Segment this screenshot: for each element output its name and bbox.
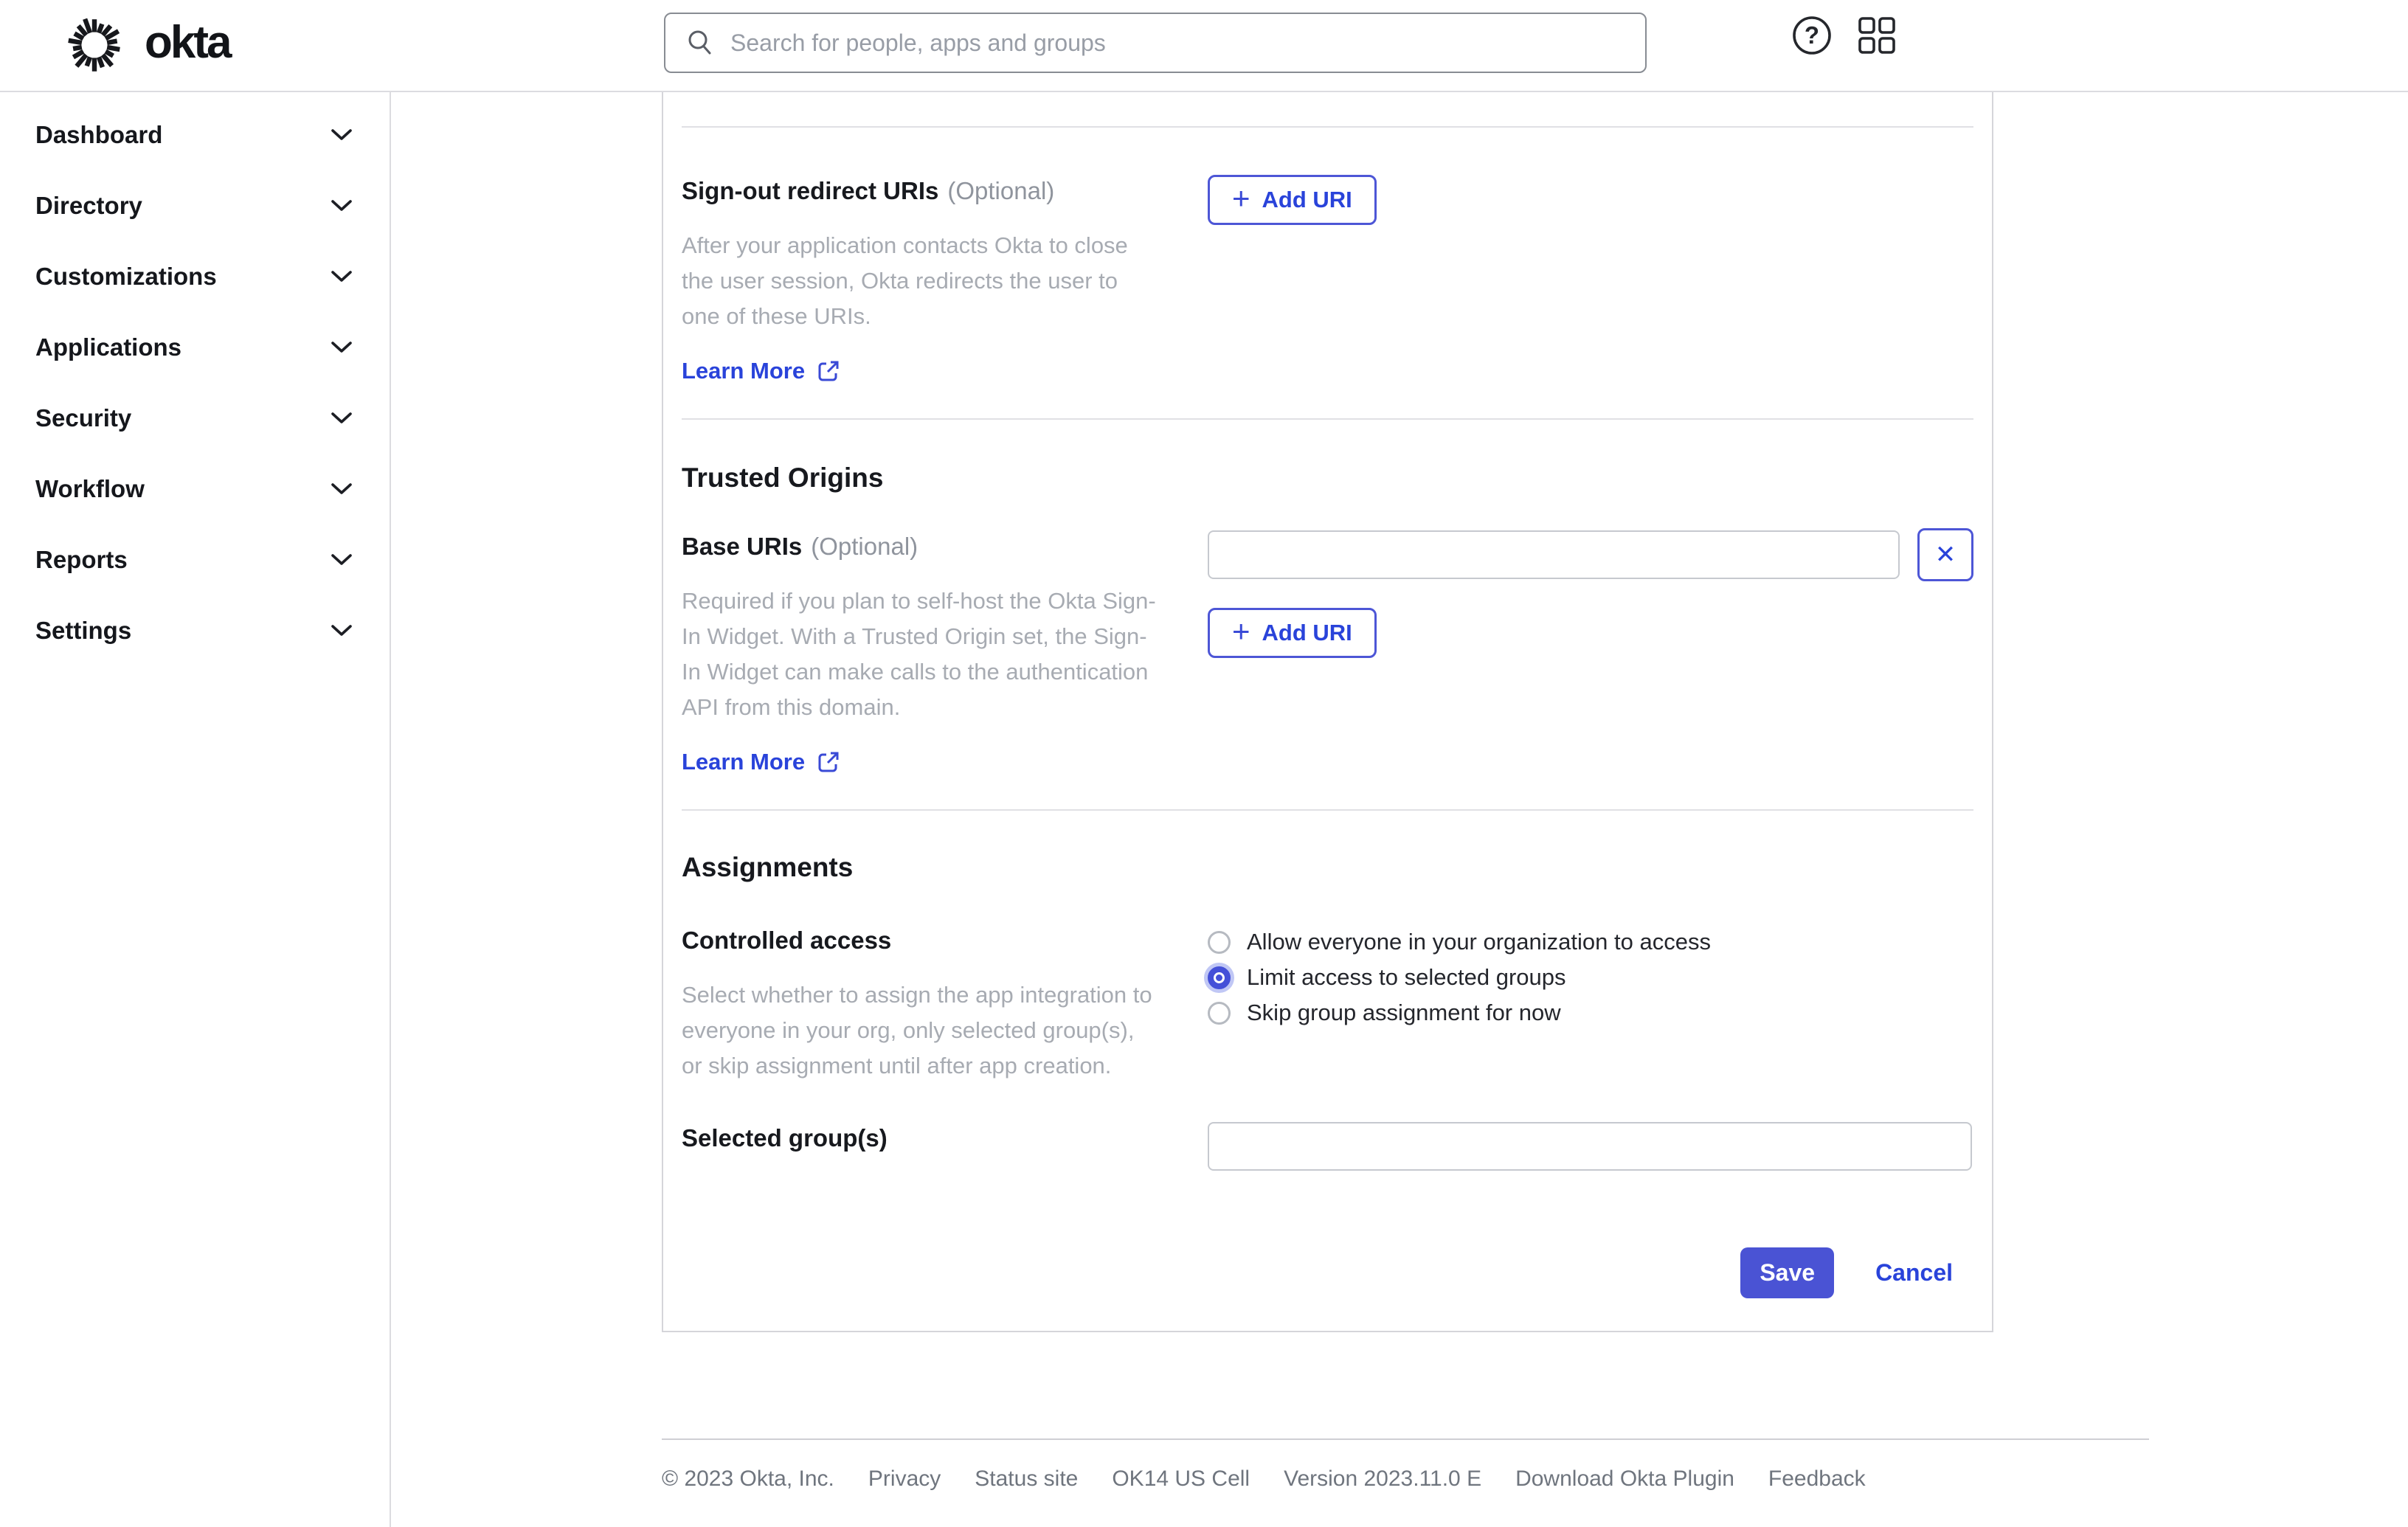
assignments-heading: Assignments	[682, 852, 854, 882]
sidebar-nav: Dashboard Directory Customizations Appli…	[0, 92, 391, 1527]
external-link-icon	[818, 361, 839, 381]
app-settings-panel: Sign-out redirect URIs (Optional) After y…	[662, 92, 1993, 1332]
close-icon: ✕	[1934, 541, 1957, 569]
chevron-down-icon	[331, 128, 353, 142]
trusted-origins-learn-more-link[interactable]: Learn More	[682, 749, 840, 775]
sidebar-item-dashboard[interactable]: Dashboard	[0, 100, 390, 170]
footer-link-privacy[interactable]: Privacy	[868, 1467, 941, 1492]
search-icon	[688, 30, 711, 55]
okta-wordmark: okta	[145, 16, 232, 68]
radio-option-skip-assignment[interactable]: Skip group assignment for now	[1208, 995, 1973, 1031]
chevron-down-icon	[331, 412, 353, 425]
footer-link-status-site[interactable]: Status site	[975, 1467, 1078, 1492]
sidebar-item-label: Reports	[35, 546, 128, 573]
svg-text:?: ?	[1805, 21, 1819, 49]
footer-link-download-plugin[interactable]: Download Okta Plugin	[1515, 1467, 1734, 1492]
selected-groups-input[interactable]	[1208, 1122, 1972, 1171]
signout-redirect-section: Sign-out redirect URIs (Optional) After y…	[682, 128, 1973, 418]
assignments-section: Assignments Controlled access Select whe…	[682, 811, 1973, 1298]
save-button[interactable]: Save	[1740, 1247, 1835, 1298]
global-search	[664, 13, 1647, 73]
controlled-access-options: Allow everyone in your organization to a…	[1208, 924, 1973, 1084]
signout-add-uri-button[interactable]: + Add URI	[1208, 175, 1377, 225]
radio-option-limit-access[interactable]: Limit access to selected groups	[1208, 960, 1973, 995]
radio-button[interactable]	[1208, 930, 1231, 954]
sidebar-item-reports[interactable]: Reports	[0, 524, 390, 595]
controlled-access-label: Controlled access	[682, 927, 892, 954]
search-input[interactable]	[730, 29, 1625, 57]
footer-version-text: Version 2023.11.0 E	[1284, 1467, 1482, 1491]
plus-icon: +	[1232, 180, 1250, 215]
sidebar-item-security[interactable]: Security	[0, 383, 390, 454]
signout-uris-description: After your application contacts Okta to …	[682, 232, 1128, 329]
base-uris-label: Base URIs (Optional)	[682, 533, 918, 560]
chevron-down-icon	[331, 270, 353, 283]
chevron-down-icon	[331, 624, 353, 637]
sidebar-item-customizations[interactable]: Customizations	[0, 241, 390, 312]
trusted-origins-add-uri-button[interactable]: + Add URI	[1208, 608, 1377, 658]
optional-tag: (Optional)	[947, 177, 1055, 204]
sidebar-item-directory[interactable]: Directory	[0, 170, 390, 241]
app-header: okta ?	[0, 0, 2408, 92]
radio-button[interactable]	[1208, 1001, 1231, 1025]
signout-uris-label: Sign-out redirect URIs (Optional)	[682, 177, 1055, 204]
okta-sunburst-icon	[68, 18, 120, 72]
radio-option-allow-everyone[interactable]: Allow everyone in your organization to a…	[1208, 924, 1973, 960]
base-uri-input[interactable]	[1208, 530, 1900, 579]
controlled-access-description: Select whether to assign the app integra…	[682, 982, 1152, 1078]
chevron-down-icon	[331, 553, 353, 567]
footer-cell-text: OK14 US Cell	[1112, 1467, 1250, 1491]
sidebar-item-label: Dashboard	[35, 121, 163, 148]
plus-icon: +	[1232, 613, 1250, 648]
apps-grid-button[interactable]	[1858, 16, 1896, 55]
sidebar-item-label: Security	[35, 404, 132, 432]
sidebar-item-label: Settings	[35, 617, 132, 644]
chevron-down-icon	[331, 341, 353, 354]
help-button[interactable]: ?	[1791, 15, 1833, 56]
sidebar-item-label: Applications	[35, 333, 182, 361]
external-link-icon	[818, 752, 839, 772]
trusted-origins-heading: Trusted Origins	[682, 463, 884, 493]
selected-groups-label: Selected group(s)	[682, 1124, 888, 1152]
apps-grid-icon	[1858, 17, 1895, 54]
sidebar-item-label: Workflow	[35, 475, 145, 502]
sidebar-item-label: Directory	[35, 192, 142, 219]
copyright-text: © 2023 Okta, Inc.	[662, 1467, 834, 1491]
radio-button[interactable]	[1208, 966, 1231, 989]
sidebar-item-applications[interactable]: Applications	[0, 312, 390, 383]
footer-link-feedback[interactable]: Feedback	[1768, 1467, 1866, 1492]
page-footer: © 2023 Okta, Inc. Privacy Status site OK…	[662, 1438, 2149, 1492]
header-icon-group: ?	[1791, 15, 1896, 56]
sidebar-item-workflow[interactable]: Workflow	[0, 454, 390, 524]
cancel-button[interactable]: Cancel	[1875, 1259, 1953, 1287]
optional-tag: (Optional)	[811, 533, 918, 560]
signout-learn-more-link[interactable]: Learn More	[682, 358, 840, 384]
chevron-down-icon	[331, 482, 353, 496]
chevron-down-icon	[331, 199, 353, 212]
trusted-origins-section: Trusted Origins Base URIs (Optional) Requ…	[682, 420, 1973, 809]
okta-logo[interactable]: okta	[62, 13, 232, 77]
form-actions: Save Cancel	[682, 1247, 1973, 1298]
remove-uri-button[interactable]: ✕	[1917, 528, 1973, 581]
help-icon: ?	[1793, 16, 1831, 55]
sidebar-item-settings[interactable]: Settings	[0, 595, 390, 666]
base-uris-description: Required if you plan to self-host the Ok…	[682, 588, 1156, 720]
sidebar-item-label: Customizations	[35, 263, 217, 290]
